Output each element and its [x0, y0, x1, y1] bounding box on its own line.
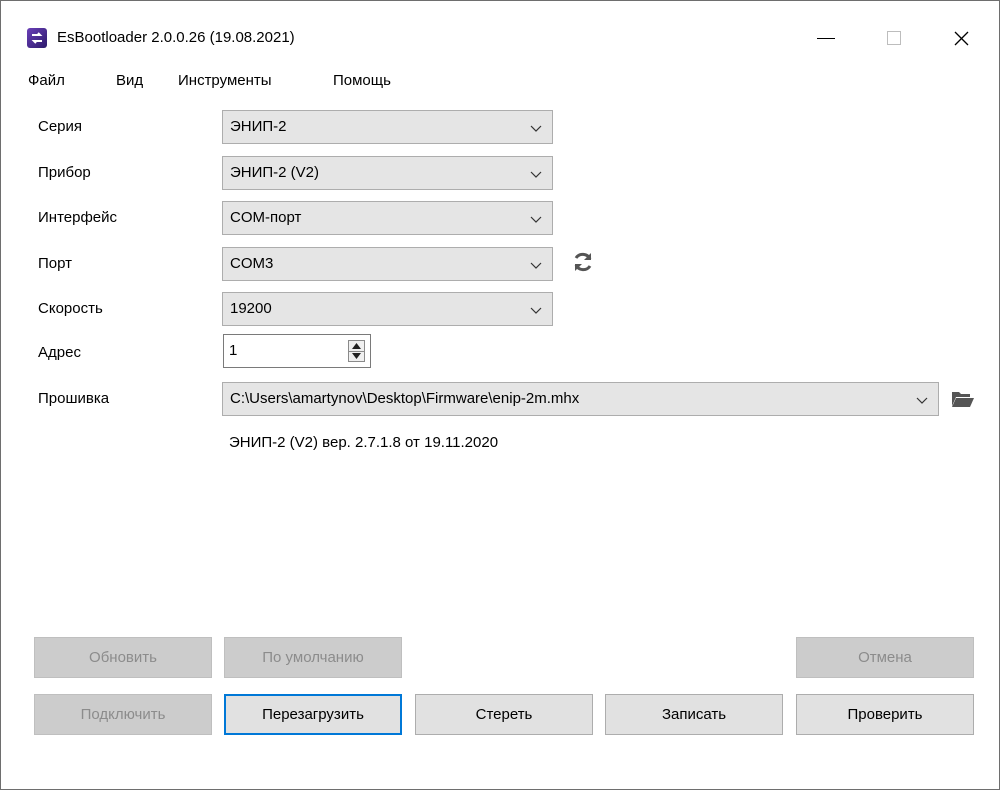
chevron-down-icon [530, 171, 542, 178]
speed-value: 19200 [230, 300, 272, 317]
main-window: EsBootloader 2.0.0.26 (19.08.2021) Файл … [0, 0, 1000, 790]
port-value: COM3 [230, 255, 274, 272]
reboot-button[interactable]: Перезагрузить [224, 694, 402, 735]
speed-combo[interactable]: 19200 [222, 292, 553, 326]
menu-bar: Файл Вид Инструменты Помощь [1, 67, 999, 95]
minimize-icon [817, 38, 835, 39]
port-combo[interactable]: COM3 [222, 247, 553, 281]
chevron-down-icon [530, 216, 542, 223]
port-label: Порт [38, 255, 73, 272]
device-value: ЭНИП-2 (V2) [230, 164, 320, 181]
chevron-down-icon [530, 125, 542, 132]
interface-combo[interactable]: COM-порт [222, 201, 553, 235]
chevron-down-icon [530, 262, 542, 269]
series-value: ЭНИП-2 [230, 118, 287, 135]
defaults-button[interactable]: По умолчанию [224, 637, 402, 678]
connect-button[interactable]: Подключить [34, 694, 212, 735]
close-icon [954, 31, 969, 46]
interface-label: Интерфейс [38, 209, 118, 226]
device-label: Прибор [38, 164, 91, 181]
menu-view[interactable]: Вид [116, 71, 143, 91]
address-label: Адрес [38, 344, 81, 361]
chevron-down-icon [916, 397, 928, 404]
caret-up-icon [352, 343, 361, 349]
write-button[interactable]: Записать [605, 694, 783, 735]
stepper-down-button[interactable] [349, 351, 364, 361]
minimize-button[interactable] [803, 15, 849, 59]
verify-button[interactable]: Проверить [796, 694, 974, 735]
title-bar[interactable]: EsBootloader 2.0.0.26 (19.08.2021) [1, 1, 999, 59]
update-button[interactable]: Обновить [34, 637, 212, 678]
speed-label: Скорость [38, 300, 103, 317]
firmware-info: ЭНИП-2 (V2) вер. 2.7.1.8 от 19.11.2020 [229, 434, 499, 451]
device-combo[interactable]: ЭНИП-2 (V2) [222, 156, 553, 190]
firmware-combo[interactable]: C:\Users\amartynov\Desktop\Firmware\enip… [222, 382, 939, 416]
close-button[interactable] [939, 15, 985, 59]
app-logo-icon [27, 28, 47, 48]
menu-help[interactable]: Помощь [333, 71, 391, 91]
cancel-button[interactable]: Отмена [796, 637, 974, 678]
menu-tools[interactable]: Инструменты [178, 71, 272, 91]
firmware-label: Прошивка [38, 390, 110, 407]
maximize-icon [887, 31, 901, 45]
menu-file[interactable]: Файл [28, 71, 65, 91]
chevron-down-icon [530, 307, 542, 314]
series-label: Серия [38, 118, 83, 135]
firmware-path: C:\Users\amartynov\Desktop\Firmware\enip… [230, 390, 580, 407]
caret-down-icon [352, 353, 361, 359]
maximize-button[interactable] [871, 15, 917, 59]
folder-open-icon[interactable] [951, 389, 975, 409]
window-title: EsBootloader 2.0.0.26 (19.08.2021) [57, 29, 295, 46]
erase-button[interactable]: Стереть [415, 694, 593, 735]
series-combo[interactable]: ЭНИП-2 [222, 110, 553, 144]
refresh-icon[interactable] [571, 250, 595, 274]
address-stepper[interactable] [348, 340, 365, 362]
address-spinbox[interactable]: 1 [223, 334, 371, 368]
interface-value: COM-порт [230, 209, 302, 226]
address-value[interactable]: 1 [229, 341, 237, 361]
